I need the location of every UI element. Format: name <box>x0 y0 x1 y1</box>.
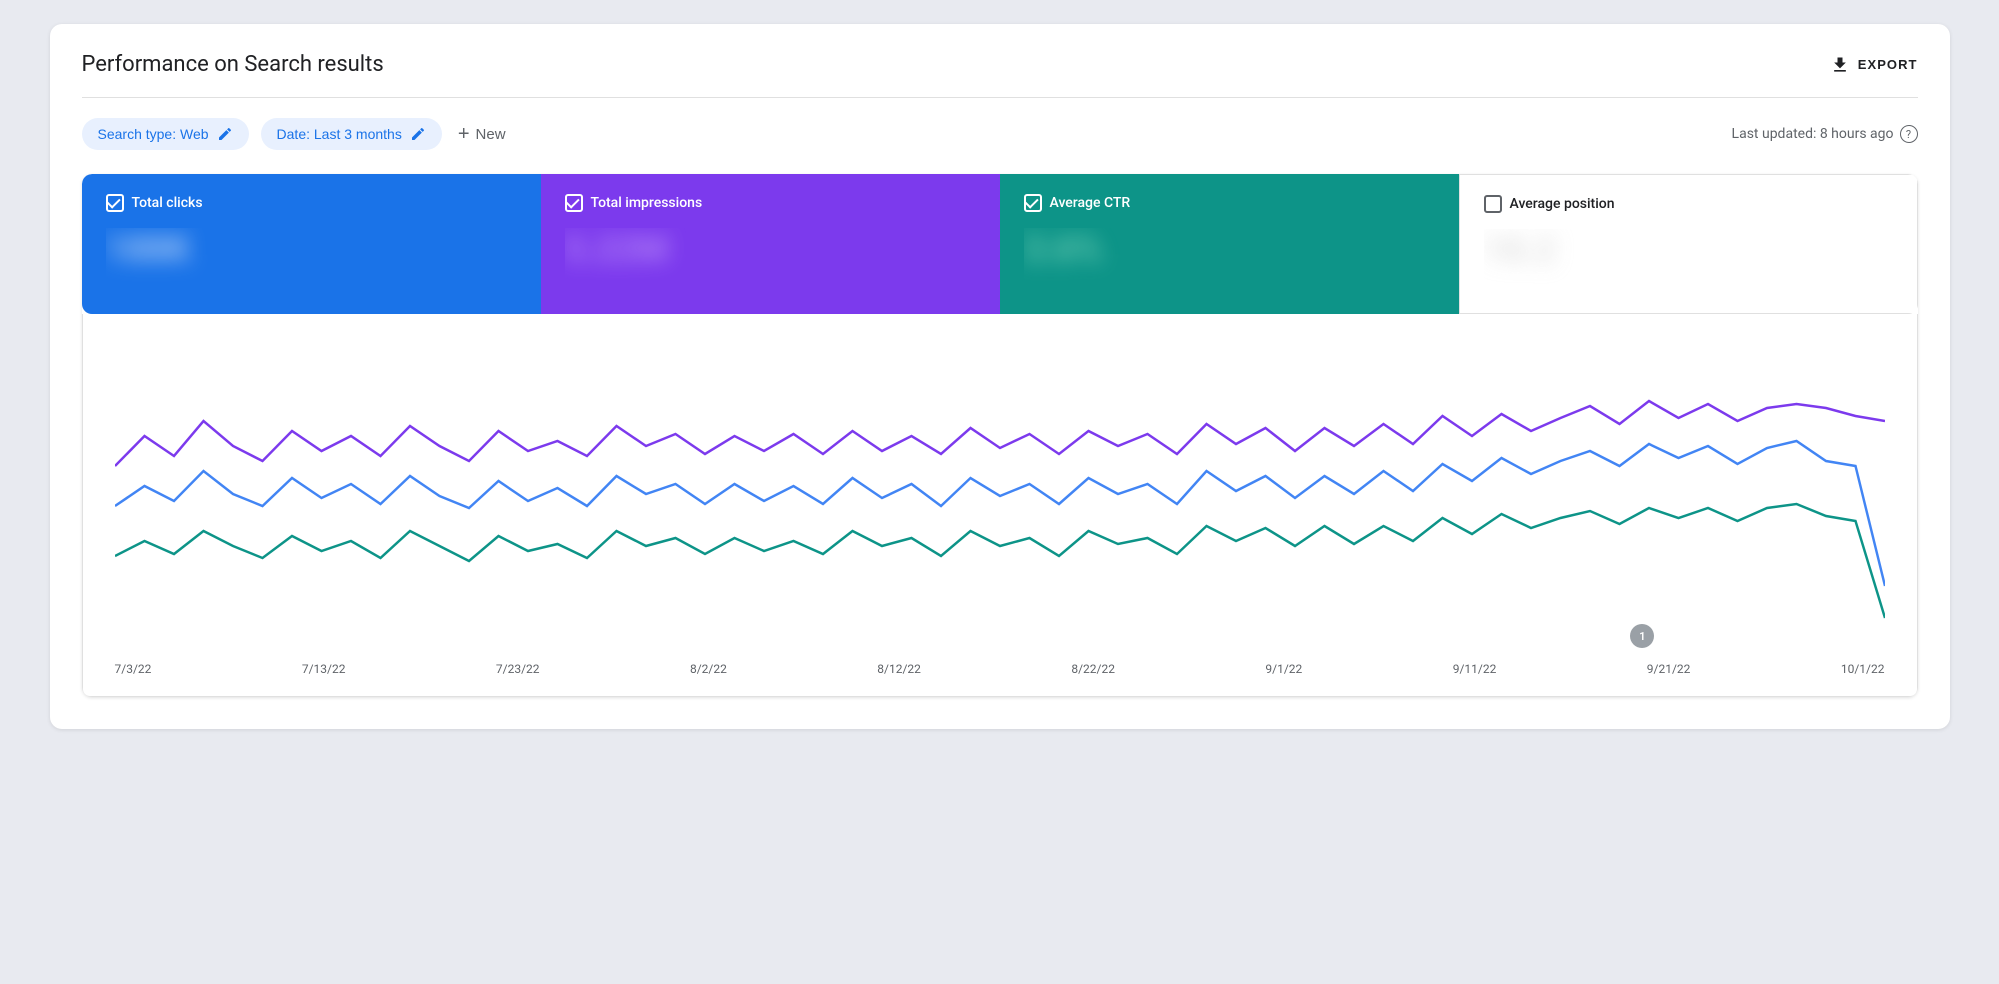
metric-total-clicks[interactable]: Total clicks 188K <box>82 174 541 314</box>
plus-icon: + <box>458 124 470 144</box>
x-label-6: 9/1/22 <box>1265 662 1302 676</box>
metric-value-position: 18.2 <box>1484 229 1893 289</box>
date-filter[interactable]: Date: Last 3 months <box>261 118 442 150</box>
checkbox-clicks[interactable] <box>106 194 124 212</box>
blurred-value-ctr: 3.6% <box>1024 228 1435 270</box>
metric-value-ctr: 3.6% <box>1024 228 1435 288</box>
x-label-4: 8/12/22 <box>877 662 921 676</box>
x-label-5: 8/22/22 <box>1071 662 1115 676</box>
header-divider <box>82 97 1918 98</box>
x-label-0: 7/3/22 <box>115 662 152 676</box>
blurred-value-clicks: 188K <box>106 228 517 270</box>
header-row: Performance on Search results EXPORT <box>82 52 1918 77</box>
export-icon <box>1830 55 1850 75</box>
clicks-line <box>115 441 1885 586</box>
metric-average-ctr[interactable]: Average CTR 3.6% <box>1000 174 1459 314</box>
last-updated-label: Last updated: 8 hours ago ? <box>1732 125 1918 143</box>
x-axis-labels: 7/3/22 7/13/22 7/23/22 8/2/22 8/12/22 8/… <box>115 650 1885 676</box>
metric-label-position: Average position <box>1484 195 1893 213</box>
x-label-2: 7/23/22 <box>496 662 540 676</box>
filter-row: Search type: Web Date: Last 3 months + N… <box>82 118 1918 150</box>
page-title: Performance on Search results <box>82 52 384 77</box>
edit-icon <box>217 126 233 142</box>
chart-svg-wrapper <box>115 346 1885 650</box>
search-type-filter[interactable]: Search type: Web <box>82 118 249 150</box>
metric-label-impressions: Total impressions <box>565 194 976 212</box>
blurred-value-impressions: 5.22M <box>565 228 976 270</box>
x-label-8: 9/21/22 <box>1647 662 1691 676</box>
x-label-7: 9/11/22 <box>1453 662 1497 676</box>
x-label-3: 8/2/22 <box>690 662 727 676</box>
metric-average-position[interactable]: Average position 18.2 <box>1459 174 1918 314</box>
metrics-chart-wrapper: Total clicks 188K Total impressions 5.22… <box>82 174 1918 697</box>
metric-label-clicks: Total clicks <box>106 194 517 212</box>
x-label-1: 7/13/22 <box>302 662 346 676</box>
checkbox-position[interactable] <box>1484 195 1502 213</box>
checkbox-ctr[interactable] <box>1024 194 1042 212</box>
blurred-value-position: 18.2 <box>1484 229 1893 271</box>
chart-container: 7/3/22 7/13/22 7/23/22 8/2/22 8/12/22 8/… <box>82 314 1918 697</box>
export-button[interactable]: EXPORT <box>1830 55 1918 75</box>
new-filter-button[interactable]: + New <box>458 124 506 144</box>
metrics-row: Total clicks 188K Total impressions 5.22… <box>82 174 1918 314</box>
ctr-line <box>115 504 1885 618</box>
metric-value-clicks: 188K <box>106 228 517 288</box>
metric-value-impressions: 5.22M <box>565 228 976 288</box>
performance-card: Performance on Search results EXPORT Sea… <box>50 24 1950 729</box>
metric-total-impressions[interactable]: Total impressions 5.22M <box>541 174 1000 314</box>
help-icon[interactable]: ? <box>1900 125 1918 143</box>
edit-date-icon <box>410 126 426 142</box>
impressions-line <box>115 401 1885 466</box>
metric-label-ctr: Average CTR <box>1024 194 1435 212</box>
checkbox-impressions[interactable] <box>565 194 583 212</box>
performance-chart[interactable] <box>115 346 1885 646</box>
x-label-9: 10/1/22 <box>1841 662 1885 676</box>
